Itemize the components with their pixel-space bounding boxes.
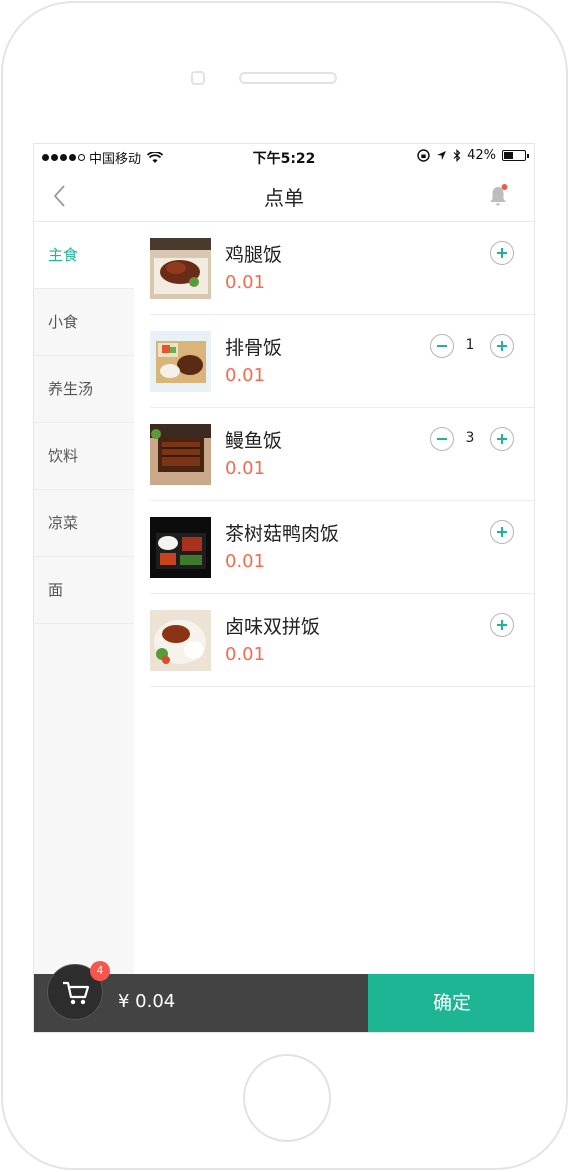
cart-button[interactable]: 4 (47, 961, 110, 1020)
item-quantity: 3 (465, 430, 475, 446)
item-name: 鸡腿饭 (225, 244, 283, 266)
food-photo (150, 517, 211, 578)
item-name: 排骨饭 (225, 337, 283, 359)
category-item-cold-dish[interactable]: 凉菜 (34, 490, 134, 557)
earpiece-speaker (239, 72, 337, 84)
product-list: 鸡腿饭 0.01 排骨饭 0.01 1 鳗鱼饭 0.01 3 茶树菇鸭肉饭 0.… (150, 222, 534, 687)
category-item-drinks[interactable]: 饮料 (34, 423, 134, 490)
remove-button[interactable] (430, 334, 454, 358)
item-name: 茶树菇鸭肉饭 (225, 523, 340, 545)
page-title: 点单 (264, 186, 304, 210)
food-photo (150, 238, 211, 299)
item-name: 卤味双拼饭 (225, 616, 321, 638)
list-item: 卤味双拼饭 0.01 (150, 594, 534, 687)
app-screen: 中国移动 下午5:22 42% 点单 主食 小食 养生汤 饮料 凉菜 面 鸡腿饭… (33, 143, 535, 1033)
food-photo (150, 424, 211, 485)
item-price: 0.01 (225, 272, 266, 293)
category-item-noodles[interactable]: 面 (34, 557, 134, 624)
add-button[interactable] (490, 334, 514, 358)
item-price: 0.01 (225, 365, 266, 386)
item-quantity: 1 (465, 337, 475, 353)
add-button[interactable] (490, 520, 514, 544)
battery-percent: 42% (467, 148, 496, 163)
category-item-staple[interactable]: 主食 (34, 222, 134, 289)
list-item: 鸡腿饭 0.01 (150, 222, 534, 315)
bell-icon[interactable] (486, 182, 510, 210)
shopping-cart-icon (63, 981, 90, 1005)
item-price: 0.01 (225, 551, 266, 572)
add-button[interactable] (490, 613, 514, 637)
list-item: 茶树菇鸭肉饭 0.01 (150, 501, 534, 594)
cart-total: ¥ 0.04 (118, 991, 176, 1012)
navigation-bar: 点单 (34, 170, 534, 222)
category-item-snack[interactable]: 小食 (34, 289, 134, 356)
front-camera (191, 71, 205, 85)
home-button[interactable] (243, 1054, 331, 1142)
checkout-bar: 4 ¥ 0.04 确定 (34, 961, 534, 1032)
category-item-soup[interactable]: 养生汤 (34, 356, 134, 423)
bluetooth-icon (453, 149, 461, 162)
item-price: 0.01 (225, 458, 266, 479)
item-name: 鳗鱼饭 (225, 430, 283, 452)
battery-icon (502, 150, 529, 161)
item-price: 0.01 (225, 644, 266, 665)
list-item: 排骨饭 0.01 1 (150, 315, 534, 408)
cart-summary: 4 ¥ 0.04 (34, 961, 368, 1032)
add-button[interactable] (490, 241, 514, 265)
category-sidebar: 主食 小食 养生汤 饮料 凉菜 面 (34, 222, 134, 974)
food-photo (150, 331, 211, 392)
list-item: 鳗鱼饭 0.01 3 (150, 408, 534, 501)
cart-count-badge: 4 (90, 961, 110, 981)
confirm-button[interactable]: 确定 (368, 974, 534, 1032)
remove-button[interactable] (430, 427, 454, 451)
add-button[interactable] (490, 427, 514, 451)
rotation-lock-icon (417, 149, 430, 162)
food-photo (150, 610, 211, 671)
status-bar: 中国移动 下午5:22 42% (34, 144, 534, 170)
location-arrow-icon (437, 151, 447, 160)
